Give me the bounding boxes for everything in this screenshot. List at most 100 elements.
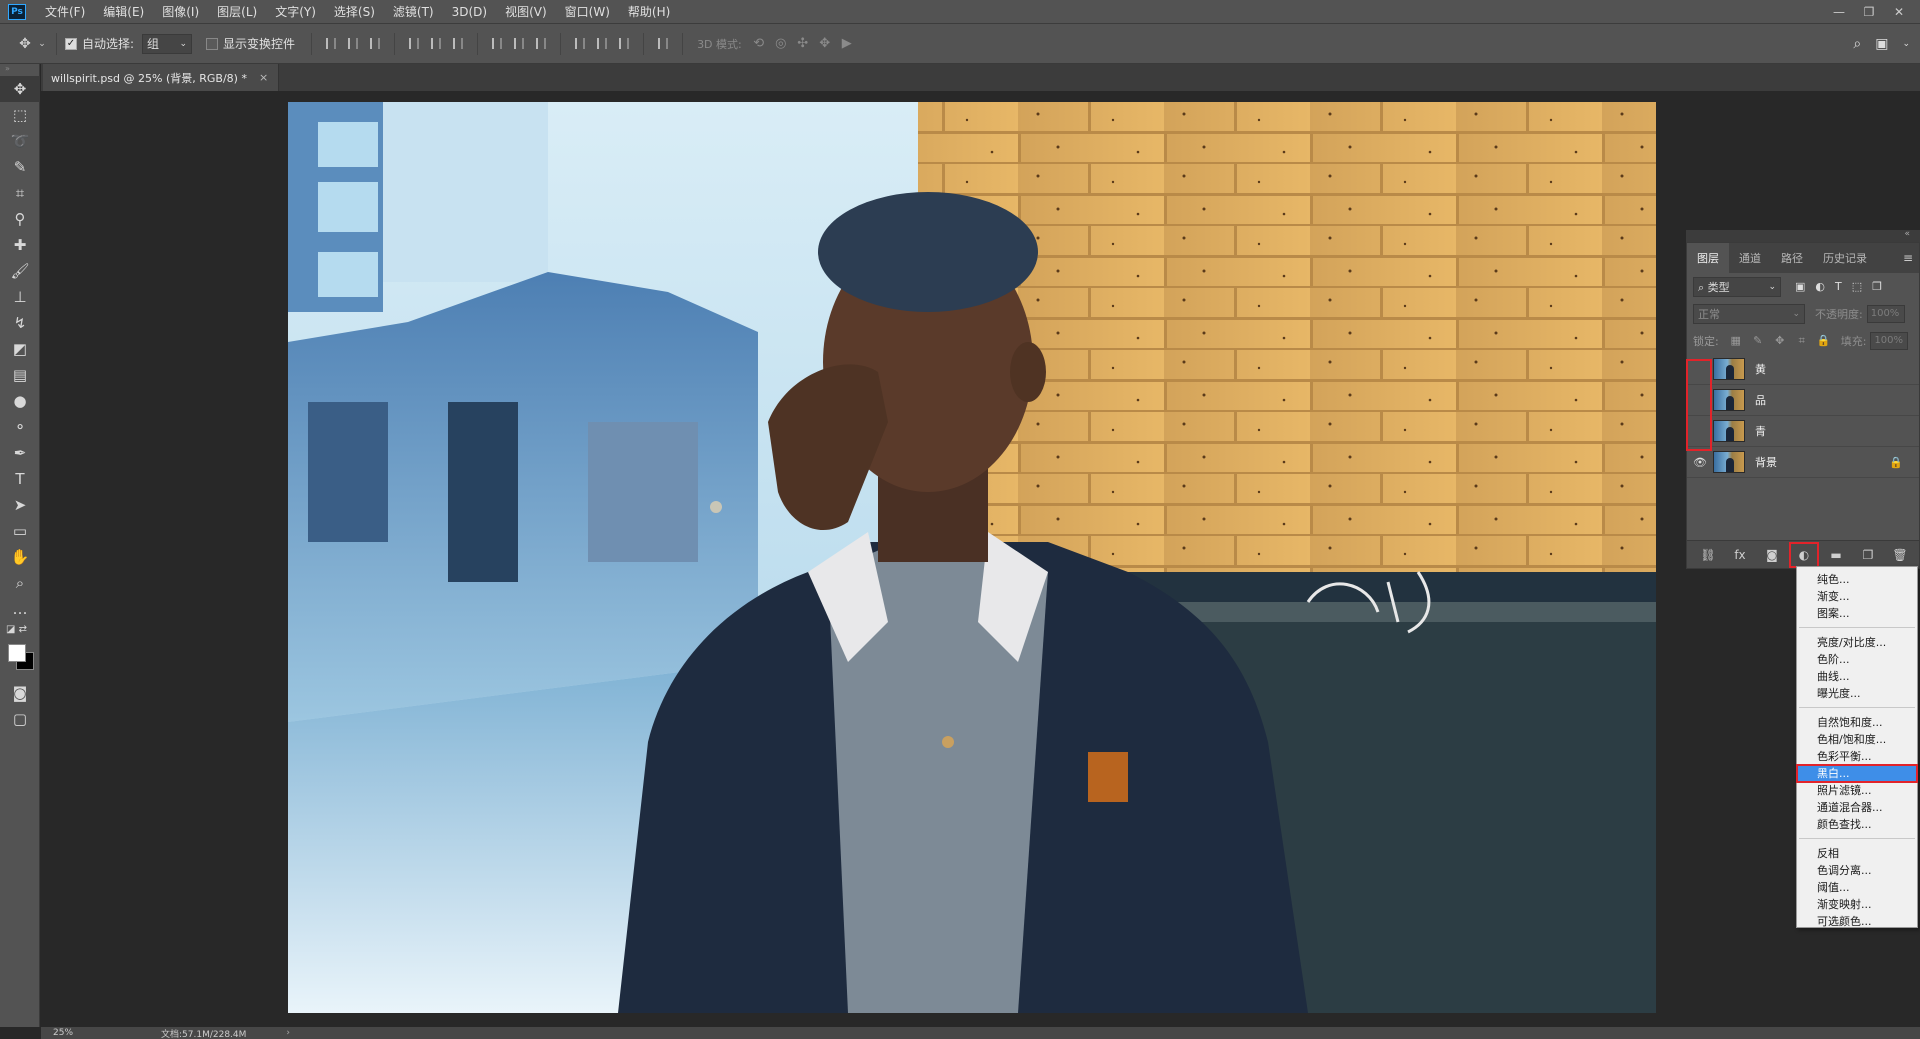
- tab-channels[interactable]: 通道: [1729, 243, 1771, 273]
- auto-select-dropdown[interactable]: 组 ⌄: [142, 33, 193, 54]
- auto-select-checkbox[interactable]: ✓: [65, 37, 77, 50]
- restore-icon[interactable]: ❐: [1854, 5, 1884, 19]
- lock-all-icon[interactable]: 🔒: [1813, 334, 1835, 347]
- close-tab-icon[interactable]: ×: [259, 71, 268, 84]
- blur-tool-icon[interactable]: ●: [0, 388, 40, 414]
- tab-paths[interactable]: 路径: [1771, 243, 1813, 273]
- blend-mode-dropdown[interactable]: 正常 ⌄: [1693, 303, 1805, 324]
- menu-select[interactable]: 选择(S): [325, 0, 384, 24]
- layer-style-icon[interactable]: fx: [1731, 548, 1749, 562]
- move-tool-icon[interactable]: ✥: [0, 76, 40, 102]
- align-bottom-icon[interactable]: [364, 33, 386, 55]
- minimize-icon[interactable]: —: [1824, 5, 1854, 19]
- auto-align-icon[interactable]: [652, 33, 674, 55]
- layer-row-background[interactable]: 👁 背景 🔒: [1687, 447, 1919, 478]
- new-adjustment-layer-icon[interactable]: ◐: [1789, 541, 1819, 568]
- delete-layer-icon[interactable]: 🗑: [1891, 548, 1909, 562]
- distribute-top-icon[interactable]: [486, 33, 508, 55]
- orbit-3d-icon[interactable]: ⟲: [748, 36, 770, 51]
- lock-artboard-icon[interactable]: ⌗: [1791, 334, 1813, 348]
- camera-3d-icon[interactable]: ▶: [836, 36, 858, 51]
- canvas-area[interactable]: [41, 91, 1920, 1027]
- tool-preset-chevron-icon[interactable]: ⌄: [36, 33, 48, 55]
- eye-icon[interactable]: 👁: [1687, 456, 1713, 469]
- collapse-panels-icon[interactable]: «: [1904, 229, 1910, 239]
- panel-grip[interactable]: »: [0, 64, 39, 76]
- lock-pixels-icon[interactable]: ✎: [1747, 334, 1769, 347]
- menu-item-solid-color[interactable]: 纯色...: [1797, 571, 1917, 588]
- zoom-level[interactable]: 25%: [41, 1028, 121, 1038]
- show-transform-checkbox[interactable]: [206, 37, 219, 50]
- status-menu-arrow-icon[interactable]: ›: [286, 1028, 290, 1038]
- pan-3d-icon[interactable]: ✣: [792, 36, 814, 51]
- menu-item-black-white[interactable]: 黑白...: [1796, 764, 1918, 783]
- menu-filter[interactable]: 滤镜(T): [384, 0, 443, 24]
- menu-help[interactable]: 帮助(H): [619, 0, 679, 24]
- layer-row-magenta[interactable]: 品: [1687, 385, 1919, 416]
- add-mask-icon[interactable]: ◙: [1763, 548, 1781, 562]
- opacity-input[interactable]: 100%: [1866, 304, 1905, 323]
- quick-mask-icon[interactable]: ◙: [0, 680, 40, 706]
- path-select-tool-icon[interactable]: ➤: [0, 492, 40, 518]
- lock-position-icon[interactable]: ✥: [1769, 334, 1791, 347]
- slide-3d-icon[interactable]: ✥: [814, 36, 836, 51]
- layer-row-cyan[interactable]: 青: [1687, 416, 1919, 447]
- menu-item-color-lookup[interactable]: 颜色查找...: [1797, 816, 1917, 833]
- distribute-right-icon[interactable]: [613, 33, 635, 55]
- gradient-tool-icon[interactable]: ▤: [0, 362, 40, 388]
- align-vcenter-icon[interactable]: [342, 33, 364, 55]
- healing-brush-tool-icon[interactable]: ✚: [0, 232, 40, 258]
- menu-layer[interactable]: 图层(L): [208, 0, 266, 24]
- lock-transparent-icon[interactable]: ▦: [1725, 334, 1747, 347]
- more-tools-icon[interactable]: …: [0, 596, 40, 622]
- new-layer-icon[interactable]: ❐: [1859, 548, 1877, 562]
- document-tab[interactable]: willspirit.psd @ 25% (背景, RGB/8) * ×: [43, 64, 280, 91]
- move-tool-icon[interactable]: ✥: [14, 33, 36, 55]
- menu-file[interactable]: 文件(F): [36, 0, 94, 24]
- menu-type[interactable]: 文字(Y): [266, 0, 325, 24]
- layer-row-yellow[interactable]: 黄: [1687, 354, 1919, 385]
- eyedropper-tool-icon[interactable]: ⚲: [0, 206, 40, 232]
- tab-layers[interactable]: 图层: [1687, 243, 1729, 273]
- dodge-tool-icon[interactable]: ⚬: [0, 414, 40, 440]
- align-top-icon[interactable]: [320, 33, 342, 55]
- menu-item-pattern[interactable]: 图案...: [1797, 605, 1917, 622]
- shape-filter-icon[interactable]: ⬚: [1852, 280, 1862, 293]
- foreground-color-swatch[interactable]: [8, 644, 26, 662]
- panel-menu-icon[interactable]: ≡: [1897, 243, 1919, 273]
- document-image[interactable]: [288, 102, 1656, 1013]
- menu-item-invert[interactable]: 反相: [1797, 845, 1917, 862]
- menu-edit[interactable]: 编辑(E): [94, 0, 153, 24]
- rectangle-tool-icon[interactable]: ▭: [0, 518, 40, 544]
- search-icon[interactable]: ⌕: [1853, 36, 1861, 52]
- menu-3d[interactable]: 3D(D): [443, 0, 496, 24]
- distribute-hcenter-icon[interactable]: [591, 33, 613, 55]
- quick-select-tool-icon[interactable]: ✎: [0, 154, 40, 180]
- align-left-icon[interactable]: [403, 33, 425, 55]
- distribute-left-icon[interactable]: [569, 33, 591, 55]
- close-window-icon[interactable]: ✕: [1884, 5, 1914, 19]
- pixel-filter-icon[interactable]: ▣: [1795, 280, 1805, 293]
- workspace-icon[interactable]: ▣: [1875, 36, 1888, 52]
- kind-filter-dropdown[interactable]: ⌕ 类型 ⌄: [1693, 276, 1781, 297]
- menu-item-selective-color[interactable]: 可选颜色...: [1797, 913, 1917, 930]
- link-layers-icon[interactable]: ⛓: [1699, 548, 1717, 562]
- menu-item-vibrance[interactable]: 自然饱和度...: [1797, 714, 1917, 731]
- zoom-tool-icon[interactable]: ⌕: [0, 570, 40, 596]
- type-tool-icon[interactable]: T: [0, 466, 40, 492]
- distribute-vcenter-icon[interactable]: [508, 33, 530, 55]
- brush-tool-icon[interactable]: 🖌: [0, 258, 40, 284]
- smart-object-filter-icon[interactable]: ❐: [1872, 280, 1882, 293]
- menu-item-curves[interactable]: 曲线...: [1797, 668, 1917, 685]
- menu-item-posterize[interactable]: 色调分离...: [1797, 862, 1917, 879]
- history-brush-tool-icon[interactable]: ↯: [0, 310, 40, 336]
- menu-item-hue-saturation[interactable]: 色相/饱和度...: [1797, 731, 1917, 748]
- clone-stamp-tool-icon[interactable]: ⊥: [0, 284, 40, 310]
- align-hcenter-icon[interactable]: [425, 33, 447, 55]
- marquee-tool-icon[interactable]: ⬚: [0, 102, 40, 128]
- fill-input[interactable]: 100%: [1870, 331, 1909, 350]
- lasso-tool-icon[interactable]: ➰: [0, 128, 40, 154]
- adjustment-filter-icon[interactable]: ◐: [1815, 280, 1825, 293]
- hand-tool-icon[interactable]: ✋: [0, 544, 40, 570]
- crop-tool-icon[interactable]: ⌗: [0, 180, 40, 206]
